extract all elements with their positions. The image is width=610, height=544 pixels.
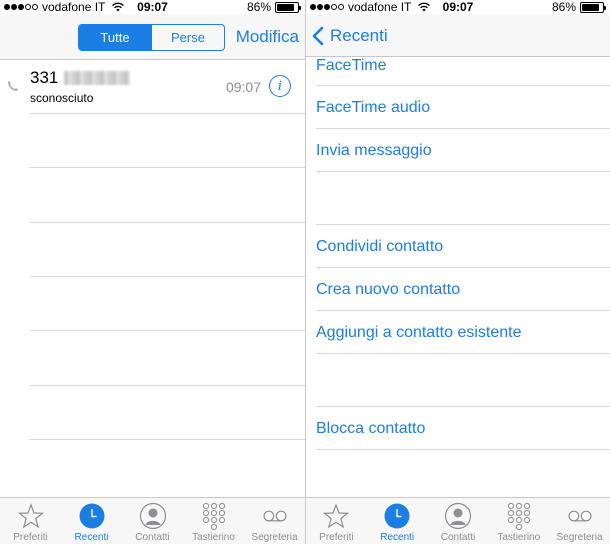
caller-label: sconosciuto — [30, 91, 94, 105]
tab-label: Recenti — [74, 532, 109, 543]
status-bar: vodafone IT 09:07 86% — [306, 0, 610, 14]
keypad-icon — [200, 502, 228, 530]
row-separator — [316, 449, 610, 450]
chevron-left-icon — [312, 26, 324, 46]
create-contact-option[interactable]: Crea nuovo contatto — [316, 281, 460, 299]
tab-recents[interactable]: Recenti — [367, 498, 428, 544]
battery-percent: 86% — [246, 0, 271, 14]
tab-recents[interactable]: Recenti — [61, 498, 122, 544]
caller-number: 331 — [30, 68, 131, 88]
segment-all[interactable]: Tutte — [79, 25, 151, 50]
section-separator — [316, 224, 610, 225]
tab-label: Contatti — [440, 532, 476, 543]
send-message-option[interactable]: Invia messaggio — [316, 142, 432, 160]
tab-favorites[interactable]: Preferiti — [306, 498, 367, 544]
row-separator — [30, 439, 305, 440]
add-to-contact-option[interactable]: Aggiungi a contatto esistente — [316, 324, 521, 342]
info-icon[interactable]: i — [269, 75, 291, 97]
tab-keypad[interactable]: Tastierino — [488, 498, 549, 544]
facetime-audio-option[interactable]: FaceTime audio — [316, 99, 430, 117]
recents-panel: vodafone IT 09:07 86% Tutte Perse Modifi… — [0, 0, 305, 544]
status-bar: vodafone IT 09:07 86% — [0, 0, 305, 14]
person-icon — [139, 502, 167, 530]
tab-voicemail[interactable]: Segreteria — [244, 498, 305, 544]
tab-keypad[interactable]: Tastierino — [183, 498, 244, 544]
tab-contacts[interactable]: Contatti — [428, 498, 489, 544]
row-separator — [316, 85, 610, 86]
redacted-digits — [64, 71, 131, 85]
tab-label: Segreteria — [251, 532, 298, 543]
tab-favorites[interactable]: Preferiti — [0, 498, 61, 544]
tab-label: Tastierino — [497, 532, 541, 543]
segment-missed[interactable]: Perse — [151, 25, 224, 50]
row-separator — [30, 330, 305, 331]
edit-button[interactable]: Modifica — [236, 27, 299, 47]
nav-bar: Tutte Perse Modifica — [0, 14, 305, 60]
battery-percent: 86% — [551, 0, 576, 14]
tab-label: Preferiti — [319, 532, 354, 543]
clock-icon — [78, 502, 106, 530]
star-icon — [322, 502, 350, 530]
block-contact-option[interactable]: Blocca contatto — [316, 420, 425, 438]
row-separator — [316, 310, 610, 311]
row-separator — [316, 128, 610, 129]
contact-actions-panel: vodafone IT 09:07 86% Recenti FaceTime F… — [306, 0, 610, 544]
outgoing-call-icon — [8, 81, 18, 91]
tab-contacts[interactable]: Contatti — [122, 498, 183, 544]
row-separator — [316, 267, 610, 268]
battery-icon — [580, 1, 606, 13]
tab-label: Preferiti — [13, 532, 48, 543]
back-button[interactable]: Recenti — [312, 26, 388, 46]
row-separator — [316, 353, 610, 354]
voicemail-icon — [261, 502, 289, 530]
share-contact-option[interactable]: Condividi contatto — [316, 238, 443, 256]
person-icon — [444, 502, 472, 530]
clock-icon — [383, 502, 411, 530]
tab-label: Segreteria — [556, 532, 603, 543]
tab-label: Tastierino — [192, 532, 235, 543]
caller-number-text: 331 — [30, 68, 59, 87]
battery-icon — [275, 1, 301, 13]
row-separator — [30, 222, 305, 223]
row-separator — [30, 167, 305, 168]
tab-label: Contatti — [135, 532, 170, 543]
row-separator — [30, 113, 305, 114]
facetime-option[interactable]: FaceTime — [316, 57, 387, 75]
tab-bar: Preferiti Recenti Contatti Tastierino Se… — [306, 497, 610, 544]
star-icon — [17, 502, 45, 530]
nav-bar: Recenti — [306, 14, 610, 57]
row-separator — [316, 171, 610, 172]
call-time: 09:07 — [225, 79, 261, 95]
voicemail-icon — [566, 502, 594, 530]
back-label: Recenti — [330, 26, 388, 45]
tab-label: Recenti — [380, 532, 415, 543]
tab-voicemail[interactable]: Segreteria — [549, 498, 610, 544]
section-separator — [316, 406, 610, 407]
tab-bar: Preferiti Recenti Contatti Tastierino Se… — [0, 497, 305, 544]
filter-segmented-control[interactable]: Tutte Perse — [78, 24, 225, 51]
call-row[interactable]: 331 sconosciuto 09:07 i — [0, 60, 305, 113]
row-separator — [30, 385, 305, 386]
keypad-icon — [505, 502, 533, 530]
row-separator — [30, 276, 305, 277]
